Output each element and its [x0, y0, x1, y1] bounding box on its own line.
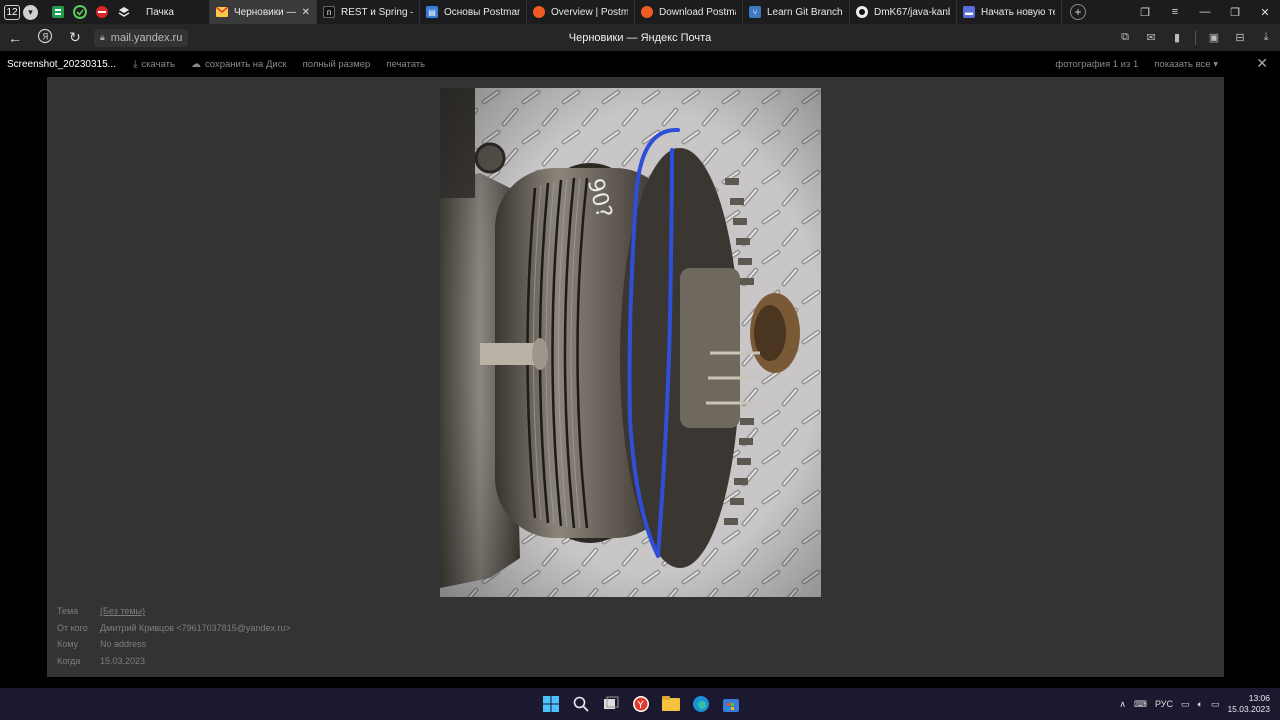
viewer-right-controls: фотография 1 из 1 показать все ▾	[1055, 51, 1218, 77]
svg-text:Y: Y	[637, 700, 645, 711]
subject-row: Тема (Без темы)	[57, 603, 291, 620]
pinned-tab-layers-icon[interactable]	[116, 4, 132, 20]
browser-tab-bar: 12 ▾ Пачка Черновики — Яндекс ✕ п REST и…	[0, 0, 1280, 24]
tab-git-branching[interactable]: ⑂ Learn Git Branching	[743, 0, 850, 24]
full-size-button[interactable]: полный размер	[303, 59, 371, 70]
pinned-tab-stop-icon[interactable]	[94, 4, 110, 20]
pinned-tab-check-icon[interactable]	[72, 4, 88, 20]
attachment-photo[interactable]: 90?	[440, 88, 821, 597]
window-controls: ❐ ≡ — ❐ ✕	[1130, 0, 1280, 24]
tabs-menu-icon[interactable]: ▾	[23, 4, 38, 20]
github-icon	[856, 6, 868, 18]
file-explorer-icon[interactable]	[661, 694, 681, 714]
tab-postman-basics[interactable]: ▤ Основы Postman д	[420, 0, 527, 24]
download-button[interactable]: ⤓ скачать	[133, 59, 175, 70]
pinned-tab-sheets-icon[interactable]	[50, 4, 66, 20]
mail-icon	[216, 6, 228, 18]
tab-pachka[interactable]: Пачка	[140, 0, 210, 24]
edge-browser-icon[interactable]	[691, 694, 711, 714]
taskbar: Y ∧ ⌨ РУС ▭ 🔈︎ ▭ 13:06 15.03.2023	[0, 688, 1280, 720]
tab-drafts[interactable]: Черновики — Яндекс ✕	[210, 0, 317, 24]
address-bar: ← Я ↻ 🔒︎ mail.yandex.ru Черновики — Янде…	[0, 24, 1280, 51]
tab-rest-spring[interactable]: п REST и Spring — Ян	[317, 0, 420, 24]
yandex-practicum-icon: п	[323, 6, 335, 18]
to-row: Кому No address	[57, 636, 291, 653]
tab-postman-download[interactable]: Download Postman	[635, 0, 743, 24]
forum-icon: ▬	[963, 6, 975, 18]
download-icon[interactable]: ⤓	[1258, 31, 1274, 44]
task-view-icon[interactable]	[601, 694, 621, 714]
viewer-toolbar: Screenshot_20230315... ⤓ скачать ☁ сохра…	[0, 51, 1280, 77]
page-title: Черновики — Яндекс Почта	[568, 31, 712, 44]
screenshot-icon[interactable]: ▣	[1206, 31, 1222, 44]
message-details: Тема (Без темы) От кого Дмитрий Кривцов …	[57, 603, 291, 669]
file-name: Screenshot_20230315...	[7, 58, 116, 70]
from-row: От кого Дмитрий Кривцов <79617037815@yan…	[57, 620, 291, 637]
git-branch-icon: ⑂	[749, 6, 761, 18]
network-icon[interactable]: ▭	[1181, 699, 1190, 710]
language-indicator[interactable]: РУС	[1155, 699, 1173, 709]
reload-icon[interactable]: ↻	[60, 29, 90, 46]
lock-icon: 🔒︎	[100, 32, 105, 42]
system-tray: ∧ ⌨ РУС ▭ 🔈︎ ▭ 13:06 15.03.2023	[1119, 688, 1270, 720]
mail-share-icon[interactable]: ✉	[1143, 31, 1159, 44]
address-bar-actions: ⧉ ✉ ▮ ▣ ⊟ ⤓	[1117, 24, 1274, 51]
postman-icon	[641, 6, 653, 18]
taskbar-apps: Y	[541, 688, 741, 720]
download-icon: ⤓	[133, 58, 138, 70]
print-button[interactable]: печатать	[386, 59, 425, 70]
windows-start-icon[interactable]	[541, 694, 561, 714]
message-date: 15.03.2023	[100, 655, 146, 666]
volume-icon[interactable]: 🔈︎	[1198, 699, 1203, 710]
tab-new-topic[interactable]: ▬ Начать новую тему	[957, 0, 1062, 24]
photo-counter: фотография 1 из 1	[1055, 58, 1139, 70]
tab-count-badge[interactable]: 12	[4, 4, 20, 20]
battery-icon[interactable]: ▭	[1211, 699, 1220, 710]
keyboard-icon[interactable]: ⌨	[1134, 699, 1147, 710]
svg-text:Я: Я	[42, 33, 48, 43]
new-tab-button[interactable]: +	[1070, 4, 1086, 20]
restore-icon[interactable]: ❐	[1220, 6, 1250, 19]
close-viewer-icon[interactable]: ✕	[1256, 55, 1268, 72]
bookmark-icon[interactable]: ▮	[1169, 31, 1185, 44]
save-to-disk-button[interactable]: ☁ сохранить на Диск	[191, 59, 287, 70]
back-arrow-icon[interactable]: ←	[0, 30, 30, 46]
show-all-dropdown[interactable]: показать все ▾	[1154, 59, 1218, 70]
search-icon[interactable]	[571, 694, 591, 714]
clock-time: 13:06	[1248, 693, 1270, 703]
close-tab-icon[interactable]: ✕	[302, 7, 310, 18]
doc-icon: ▤	[426, 6, 438, 18]
recipient: No address	[100, 639, 147, 649]
cloud-icon: ☁	[190, 58, 201, 70]
image-viewer: Screenshot_20230315... ⤓ скачать ☁ сохра…	[0, 51, 1280, 688]
close-window-icon[interactable]: ✕	[1250, 6, 1280, 19]
postman-icon	[533, 6, 545, 18]
yandex-browser-icon[interactable]: Y	[631, 694, 651, 714]
pinned-tabs	[50, 4, 132, 20]
clock-date: 15.03.2023	[1227, 704, 1270, 714]
viewer-panel: 90? Тема (Без темы) От кого Дмитрий Крив…	[47, 77, 1224, 677]
url-field[interactable]: 🔒︎ mail.yandex.ru	[94, 28, 189, 47]
extensions-icon[interactable]: ⊟	[1232, 31, 1248, 44]
pulley-photo-image: 90?	[440, 88, 821, 597]
chevron-up-icon[interactable]: ∧	[1119, 699, 1126, 710]
date-row: Когда 15.03.2023	[57, 653, 291, 670]
collections-icon[interactable]: ❐	[1130, 6, 1160, 19]
menu-icon[interactable]: ≡	[1160, 6, 1190, 18]
yandex-logo-icon[interactable]: Я	[30, 28, 60, 47]
tab-postman-overview[interactable]: Overview | Postman	[527, 0, 635, 24]
subject-link[interactable]: (Без темы)	[100, 603, 145, 620]
store-icon[interactable]	[721, 694, 741, 714]
sender[interactable]: Дмитрий Кривцов <79617037815@yandex.ru>	[100, 620, 291, 637]
tab-github-kanban[interactable]: DmK67/java-kanban	[850, 0, 957, 24]
clock[interactable]: 13:06 15.03.2023	[1227, 693, 1270, 715]
copy-link-icon[interactable]: ⧉	[1117, 31, 1133, 44]
minimize-icon[interactable]: —	[1190, 6, 1220, 18]
